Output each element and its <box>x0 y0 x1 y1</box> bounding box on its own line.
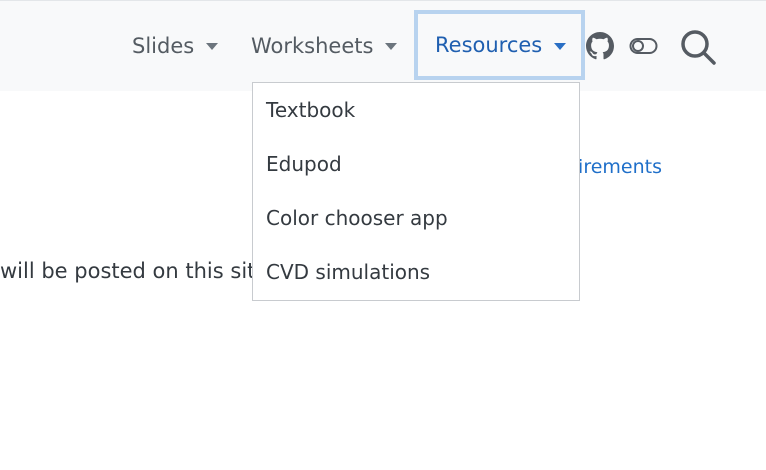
dropdown-item-edupod[interactable]: Edupod <box>266 152 342 176</box>
background-body-text: will be posted on this sit <box>0 259 256 283</box>
resources-dropdown-menu: Textbook Edupod Color chooser app CVD si… <box>252 82 580 301</box>
github-icon[interactable] <box>586 32 614 60</box>
dropdown-item-color-chooser-app[interactable]: Color chooser app <box>266 206 448 230</box>
nav-resources-dropdown[interactable]: Resources <box>414 10 585 80</box>
background-link[interactable]: uirements <box>566 156 686 178</box>
toggle-icon[interactable] <box>629 36 659 56</box>
nav-slides-label: Slides <box>132 33 195 58</box>
caret-down-icon <box>385 43 398 50</box>
dropdown-item-textbook[interactable]: Textbook <box>266 98 355 122</box>
nav-resources-label: Resources <box>435 33 543 57</box>
nav-worksheets-dropdown[interactable]: Worksheets <box>251 12 398 79</box>
nav-slides-dropdown[interactable]: Slides <box>132 12 219 79</box>
caret-down-icon <box>206 43 219 50</box>
dropdown-item-cvd-simulations[interactable]: CVD simulations <box>266 260 430 284</box>
caret-down-icon <box>554 42 567 50</box>
page: Slides Worksheets Resources uirements wi… <box>0 0 766 470</box>
nav-worksheets-label: Worksheets <box>251 33 374 58</box>
search-icon[interactable] <box>679 28 717 66</box>
top-navbar: Slides Worksheets Resources <box>0 0 766 91</box>
